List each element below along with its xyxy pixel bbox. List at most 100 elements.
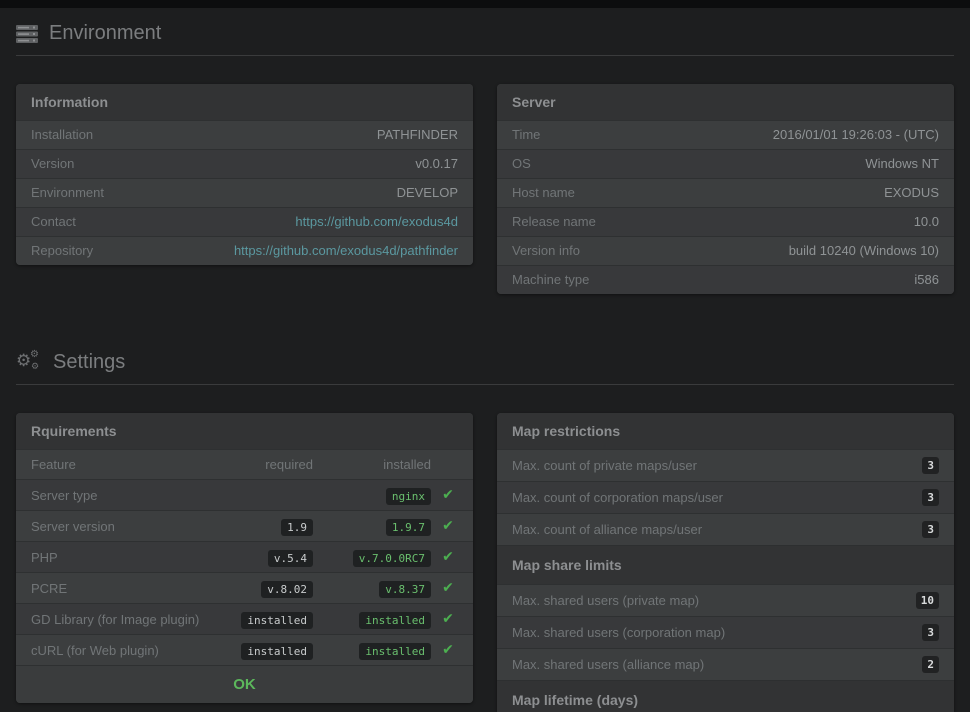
row-label: Installation: [31, 128, 93, 142]
navbar-bottom-strip: [0, 0, 970, 8]
requirement-row-php: PHP v.5.4 v.7.0.0RC7 ✔: [16, 541, 473, 572]
environment-title-text: Environment: [49, 22, 161, 45]
setting-value-badge: 3: [922, 457, 939, 474]
feature-label: PHP: [31, 548, 213, 567]
page-container: Environment Information Installation PAT…: [0, 22, 970, 712]
row-label: OS: [512, 157, 531, 171]
server-row-versioninfo: Version info build 10240 (Windows 10): [497, 236, 954, 265]
installed-version-badge: installed: [359, 612, 431, 629]
requirements-header-row: Feature required installed: [16, 449, 473, 479]
requirement-row-pcre: PCRE v.8.02 v.8.37 ✔: [16, 572, 473, 603]
info-row-installation: Installation PATHFINDER: [16, 120, 473, 149]
info-row-environment: Environment DEVELOP: [16, 178, 473, 207]
server-row-machinetype: Machine type i586: [497, 265, 954, 294]
server-row-os: OS Windows NT: [497, 149, 954, 178]
row-value: i586: [914, 273, 939, 287]
setting-value-badge: 3: [922, 489, 939, 506]
setting-label: Max. count of alliance maps/user: [512, 523, 702, 537]
row-label: Machine type: [512, 273, 589, 287]
column-header-feature: Feature: [31, 455, 213, 474]
map-restrictions-heading: Map restrictions: [497, 413, 954, 449]
required-version-badge: installed: [241, 643, 313, 660]
settings-title-text: Settings: [53, 351, 125, 374]
row-label: Time: [512, 128, 540, 142]
row-label: Host name: [512, 186, 575, 200]
installed-version-badge: v.7.0.0RC7: [353, 550, 431, 567]
setting-row-shared-private: Max. shared users (private map) 10: [497, 584, 954, 616]
row-value: Windows NT: [865, 157, 939, 171]
setting-value-badge: 3: [922, 521, 939, 538]
server-row-release: Release name 10.0: [497, 207, 954, 236]
row-label: Version: [31, 157, 74, 171]
server-row-hostname: Host name EXODUS: [497, 178, 954, 207]
required-version-badge: v.5.4: [268, 550, 313, 567]
map-settings-panel: Map restrictions Max. count of private m…: [497, 413, 954, 712]
setting-row-shared-alliance: Max. shared users (alliance map) 2: [497, 648, 954, 680]
map-lifetime-heading: Map lifetime (days): [497, 680, 954, 712]
setting-value-badge: 10: [916, 592, 939, 609]
check-icon: ✔: [442, 611, 454, 627]
requirement-row-server-version: Server version 1.9 1.9.7 ✔: [16, 510, 473, 541]
server-panel-title: Server: [497, 84, 954, 120]
row-value: 2016/01/01 19:26:03 - (UTC): [773, 128, 939, 142]
row-value: build 10240 (Windows 10): [789, 244, 939, 258]
row-label: Release name: [512, 215, 596, 229]
installed-version-badge: 1.9.7: [386, 519, 431, 536]
setting-row-corporation-maps: Max. count of corporation maps/user 3: [497, 481, 954, 513]
setting-label: Max. shared users (corporation map): [512, 626, 725, 640]
information-panel: Information Installation PATHFINDER Vers…: [16, 84, 473, 265]
requirement-row-gd-library: GD Library (for Image plugin) installed …: [16, 603, 473, 634]
server-panel: Server Time 2016/01/01 19:26:03 - (UTC) …: [497, 84, 954, 294]
feature-label: Server type: [31, 486, 213, 505]
setting-label: Max. shared users (alliance map): [512, 658, 704, 672]
setting-value-badge: 2: [922, 656, 939, 673]
required-version-badge: v.8.02: [261, 581, 313, 598]
requirements-panel: Rquirements Feature required installed S…: [16, 413, 473, 703]
check-icon: ✔: [442, 580, 454, 596]
installed-version-badge: installed: [359, 643, 431, 660]
row-value: EXODUS: [884, 186, 939, 200]
row-value: 10.0: [914, 215, 939, 229]
server-row-time: Time 2016/01/01 19:26:03 - (UTC): [497, 120, 954, 149]
row-label: Environment: [31, 186, 104, 200]
repository-link[interactable]: https://github.com/exodus4d/pathfinder: [234, 244, 458, 258]
row-value: DEVELOP: [397, 186, 458, 200]
environment-section-title: Environment: [16, 22, 954, 56]
row-value: PATHFINDER: [377, 128, 458, 142]
setting-row-shared-corporation: Max. shared users (corporation map) 3: [497, 616, 954, 648]
requirements-status-ok: OK: [16, 665, 473, 703]
row-value: v0.0.17: [415, 157, 458, 171]
requirement-row-curl: cURL (for Web plugin) installed installe…: [16, 634, 473, 665]
installed-version-badge: nginx: [386, 488, 431, 505]
server-stack-icon: [16, 23, 38, 45]
feature-label: GD Library (for Image plugin): [31, 610, 213, 629]
settings-section-title: ⚙⚙⚙ Settings: [16, 350, 954, 385]
requirements-panel-title: Rquirements: [16, 413, 473, 449]
feature-label: cURL (for Web plugin): [31, 641, 213, 660]
check-icon: ✔: [442, 487, 454, 503]
requirement-row-server-type: Server type nginx ✔: [16, 479, 473, 510]
map-share-limits-heading: Map share limits: [497, 545, 954, 584]
row-label: Version info: [512, 244, 580, 258]
feature-label: Server version: [31, 517, 213, 536]
row-label: Repository: [31, 244, 93, 258]
column-header-required: required: [213, 455, 313, 474]
row-label: Contact: [31, 215, 76, 229]
contact-link[interactable]: https://github.com/exodus4d: [295, 215, 458, 229]
setting-label: Max. count of private maps/user: [512, 459, 697, 473]
info-row-contact: Contact https://github.com/exodus4d: [16, 207, 473, 236]
check-icon: ✔: [442, 642, 454, 658]
info-row-version: Version v0.0.17: [16, 149, 473, 178]
required-version-badge: installed: [241, 612, 313, 629]
feature-label: PCRE: [31, 579, 213, 598]
setting-row-private-maps: Max. count of private maps/user 3: [497, 449, 954, 481]
information-panel-title: Information: [16, 84, 473, 120]
info-row-repository: Repository https://github.com/exodus4d/p…: [16, 236, 473, 265]
setting-label: Max. shared users (private map): [512, 594, 699, 608]
setting-value-badge: 3: [922, 624, 939, 641]
required-version-badge: 1.9: [281, 519, 313, 536]
cogs-icon: ⚙⚙⚙: [16, 350, 42, 374]
column-header-installed: installed: [313, 455, 431, 474]
check-icon: ✔: [442, 518, 454, 534]
check-icon: ✔: [442, 549, 454, 565]
